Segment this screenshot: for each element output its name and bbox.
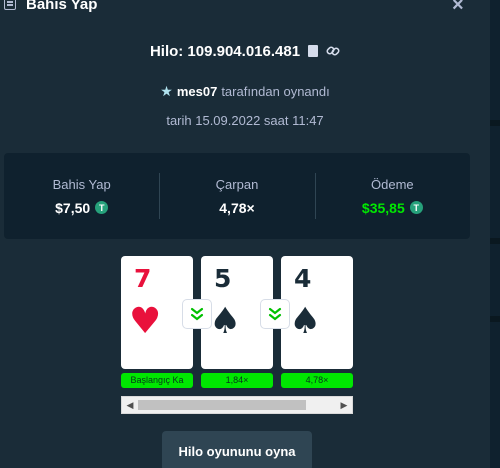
stats-panel: Bahis Yap $7,50 T Çarpan 4,78× Ödeme $35… [4, 153, 470, 239]
card-label: 1,84× [201, 373, 273, 388]
close-icon[interactable]: × [452, 0, 464, 17]
scrollbar-thumb[interactable] [138, 400, 306, 410]
card-label: 4,78× [281, 373, 353, 388]
scrollbar-mark [490, 120, 500, 126]
card-3: 4 ♠ [281, 256, 353, 369]
stat-bet-label: Bahis Yap [52, 176, 111, 192]
tether-coin-icon: T [95, 201, 109, 214]
player-suffix: tarafından oynandı [221, 83, 330, 99]
stat-multiplier-value: 4,78× [219, 199, 255, 216]
stat-bet: Bahis Yap $7,50 T [4, 153, 159, 239]
stat-payout: Ödeme $35,85 T [314, 153, 470, 239]
game-id-row: Hilo: 109.904.016.481 [0, 40, 490, 62]
chevron-down-icon-graphic [190, 307, 204, 321]
bet-date: tarih 15.09.2022 saat 11:47 [166, 113, 324, 128]
card-rank: 7 [134, 264, 152, 293]
play-hilo-button[interactable]: Hilo oyununu oyna [162, 431, 312, 468]
copy-icon[interactable] [308, 45, 319, 57]
star-icon: ★ [160, 82, 173, 99]
link-icon-graphic [326, 46, 340, 56]
game-id: Hilo: 109.904.016.481 [149, 42, 301, 60]
chevron-down-icon [183, 300, 211, 328]
stat-multiplier-value-row: 4,78× [219, 200, 254, 216]
bet-details-modal: Bahis Yap × Hilo: 109.904.016.481 ★ mes0… [0, 0, 490, 468]
stat-payout-value: $35,85 [361, 199, 405, 216]
modal-header: Bahis Yap × [0, 0, 490, 16]
modal-title: Bahis Yap [26, 0, 98, 13]
stat-bet-value-row: $7,50 T [55, 199, 109, 216]
card-label: Başlangıç Ka [121, 373, 193, 388]
horizontal-scrollbar[interactable]: ◀ ▶ [121, 396, 353, 414]
chevron-down-icon-graphic [268, 307, 282, 321]
spades-icon: ♠ [289, 301, 322, 342]
chevron-down-icon [261, 300, 289, 328]
spades-icon: ♠ [209, 301, 242, 342]
scrollbar-mark [490, 238, 500, 244]
hearts-icon: ♥ [129, 301, 162, 342]
scroll-right-icon[interactable]: ▶ [336, 397, 352, 413]
player-row: ★ mes07 tarafından oynandı [0, 82, 490, 100]
tether-coin-icon: T [409, 201, 423, 214]
player-name[interactable]: mes07 [177, 84, 217, 99]
stat-multiplier-label: Çarpan [215, 176, 259, 192]
stat-multiplier: Çarpan 4,78× [159, 153, 314, 239]
card-rank: 4 [294, 264, 312, 293]
page-scrollbar[interactable] [490, 0, 500, 468]
stat-payout-value-row: $35,85 T [362, 200, 423, 216]
list-icon [4, 0, 16, 10]
link-icon[interactable] [326, 44, 340, 58]
cards-area: 7 ♥ Başlangıç Ka 5 ♠ 1,84× 4 ♠ 4,78× [121, 256, 353, 391]
stat-bet-value: $7,50 [55, 199, 91, 216]
scrollbar-mark [490, 316, 500, 322]
card-rank: 5 [214, 264, 232, 293]
scroll-left-icon[interactable]: ◀ [122, 397, 138, 413]
stat-payout-label: Ödeme [371, 176, 414, 192]
